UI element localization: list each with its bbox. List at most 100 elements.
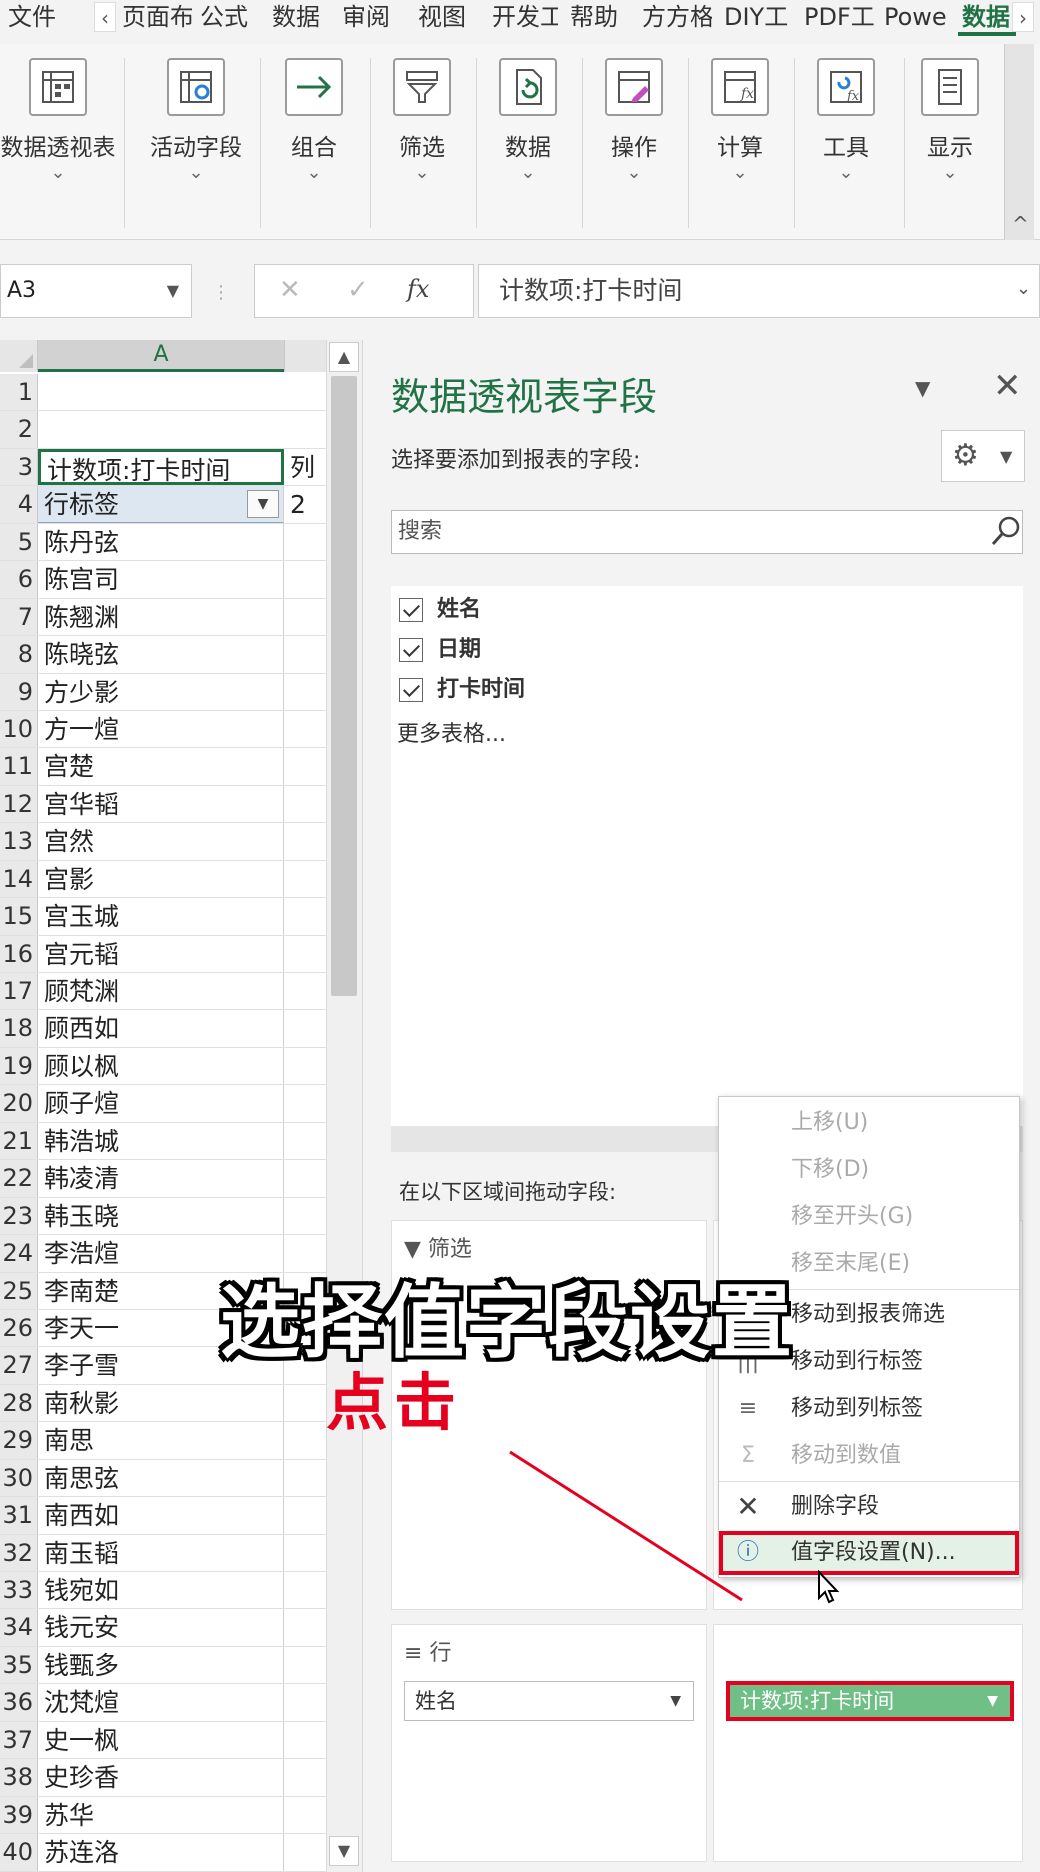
- row-number[interactable]: 38: [0, 1759, 38, 1796]
- row-number[interactable]: 2: [0, 411, 38, 448]
- tab-power[interactable]: Powe: [880, 0, 956, 36]
- row-number[interactable]: 11: [0, 748, 38, 785]
- cell-a[interactable]: 韩浩城: [38, 1122, 284, 1160]
- menu-move-up[interactable]: 上移(U): [719, 1101, 1019, 1145]
- cell-a[interactable]: 苏连洛: [38, 1834, 284, 1871]
- row-number[interactable]: 6: [0, 561, 38, 598]
- ribbon-active-field-button[interactable]: 活动字段 ⌄: [146, 52, 246, 232]
- ribbon-pivot-table-button[interactable]: 数据透视表 ⌄: [1, 52, 116, 232]
- insert-function-icon[interactable]: fx: [407, 275, 429, 303]
- menu-move-to-beginning[interactable]: 移至开头(G): [719, 1195, 1019, 1239]
- row-number[interactable]: 27: [0, 1347, 38, 1384]
- rows-area[interactable]: ≡ 行 姓名 ▼: [391, 1624, 707, 1862]
- cell-a[interactable]: 宫元韬: [38, 935, 284, 972]
- row-number[interactable]: 25: [0, 1272, 38, 1309]
- cell-a[interactable]: 顾子煊: [38, 1085, 284, 1122]
- row-number[interactable]: 15: [0, 898, 38, 935]
- tab-pivot-analyze[interactable]: 数据: [958, 0, 1016, 36]
- row-number[interactable]: 35: [0, 1646, 38, 1684]
- values-field-pill[interactable]: 计数项:打卡时间 ▼: [726, 1681, 1014, 1721]
- cell-a[interactable]: 宫楚: [38, 748, 284, 785]
- ribbon-tools-button[interactable]: fx 工具 ⌄: [796, 52, 896, 232]
- row-label-filter-dropdown-icon[interactable]: ▼: [247, 490, 279, 519]
- cell-a[interactable]: 顾西如: [38, 1010, 284, 1047]
- cell-a[interactable]: 方一煊: [38, 710, 284, 748]
- menu-remove-field[interactable]: ✕ 删除字段: [719, 1485, 1019, 1529]
- chevron-down-icon[interactable]: ▼: [167, 265, 179, 317]
- scroll-thumb[interactable]: [331, 376, 357, 996]
- checked-box-icon[interactable]: [399, 598, 423, 622]
- cell-a[interactable]: 南玉韬: [38, 1534, 284, 1571]
- close-icon[interactable]: ✕: [993, 366, 1022, 406]
- search-icon[interactable]: [989, 514, 1023, 548]
- expand-formula-chevron-icon[interactable]: ⌄: [1016, 278, 1031, 299]
- row-number[interactable]: 40: [0, 1834, 38, 1871]
- cell-a[interactable]: 韩玉晓: [38, 1197, 284, 1235]
- row-number[interactable]: 16: [0, 935, 38, 972]
- cell-a[interactable]: 宫华韬: [38, 785, 284, 823]
- cell-a[interactable]: 南西如: [38, 1497, 284, 1534]
- field-search-input[interactable]: 搜索: [391, 510, 1023, 554]
- row-number[interactable]: 22: [0, 1160, 38, 1197]
- cell-a[interactable]: 计数项:打卡时间: [38, 448, 284, 486]
- row-number[interactable]: 20: [0, 1085, 38, 1122]
- cell-a[interactable]: 韩凌清: [38, 1160, 284, 1197]
- cell-a[interactable]: 南秋影: [38, 1384, 284, 1422]
- row-number[interactable]: 33: [0, 1572, 38, 1609]
- cell-a[interactable]: 陈丹弦: [38, 523, 284, 561]
- tab-help[interactable]: 帮助: [566, 0, 628, 36]
- row-number[interactable]: 23: [0, 1197, 38, 1235]
- cell-a[interactable]: 宫影: [38, 860, 284, 898]
- row-number[interactable]: 1: [0, 374, 38, 411]
- row-number[interactable]: 24: [0, 1235, 38, 1272]
- row-number[interactable]: 9: [0, 673, 38, 710]
- cell-a[interactable]: 史珍香: [38, 1759, 284, 1796]
- vertical-scrollbar[interactable]: ▲ ▼: [326, 340, 362, 1872]
- row-number[interactable]: 21: [0, 1122, 38, 1160]
- row-number[interactable]: 4: [0, 486, 38, 523]
- ribbon-actions-button[interactable]: 操作 ⌄: [584, 52, 684, 232]
- row-number[interactable]: 17: [0, 973, 38, 1010]
- row-number[interactable]: 32: [0, 1534, 38, 1571]
- pane-options-chevron-icon[interactable]: ▼: [915, 376, 930, 400]
- rows-field-pill[interactable]: 姓名 ▼: [404, 1681, 694, 1721]
- cell-a[interactable]: 钱甄多: [38, 1646, 284, 1684]
- column-header-a[interactable]: A: [38, 340, 284, 372]
- tab-scroll-left-icon[interactable]: ‹: [94, 2, 116, 32]
- row-number[interactable]: 7: [0, 598, 38, 636]
- cell-a[interactable]: 沈梵煊: [38, 1684, 284, 1721]
- row-number[interactable]: 26: [0, 1309, 38, 1347]
- tab-ffcell[interactable]: 方方格: [638, 0, 712, 36]
- cell-a[interactable]: 苏华: [38, 1796, 284, 1834]
- cell-a[interactable]: 行标签 ▼: [38, 486, 284, 523]
- menu-move-to-column-labels[interactable]: ≡ 移动到列标签: [719, 1387, 1019, 1431]
- cell-a[interactable]: 史一枫: [38, 1721, 284, 1759]
- row-number[interactable]: 37: [0, 1721, 38, 1759]
- ribbon-data-button[interactable]: 数据 ⌄: [478, 52, 578, 232]
- formula-bar-grip-icon[interactable]: ⋮: [212, 282, 230, 303]
- tab-review[interactable]: 审阅: [338, 0, 400, 36]
- checked-box-icon[interactable]: [399, 638, 423, 662]
- row-number[interactable]: 29: [0, 1422, 38, 1459]
- cell-a[interactable]: 钱宛如: [38, 1572, 284, 1609]
- chevron-down-icon[interactable]: ▼: [987, 1685, 998, 1717]
- formula-input[interactable]: 计数项:打卡时间: [478, 264, 1040, 318]
- field-clock-time-checkbox[interactable]: 打卡时间: [399, 672, 525, 708]
- cell-a[interactable]: 陈晓弦: [38, 636, 284, 673]
- tab-view[interactable]: 视图: [414, 0, 476, 36]
- values-area[interactable]: 计数项:打卡时间 ▼: [713, 1624, 1023, 1862]
- scroll-down-icon[interactable]: ▼: [329, 1836, 359, 1866]
- row-number[interactable]: 39: [0, 1796, 38, 1834]
- row-number[interactable]: 18: [0, 1010, 38, 1047]
- enter-check-icon[interactable]: ✓: [347, 275, 369, 305]
- pane-settings-button[interactable]: ⚙ ▼: [941, 430, 1025, 482]
- tab-file[interactable]: 文件: [4, 0, 84, 36]
- menu-value-field-settings[interactable]: ⓘ 值字段设置(N)...: [719, 1531, 1019, 1575]
- cell-a[interactable]: 陈宫司: [38, 561, 284, 598]
- cell-a[interactable]: 宫玉城: [38, 898, 284, 935]
- tab-pdf-tools[interactable]: PDF工: [800, 0, 874, 36]
- cell-a[interactable]: 宫然: [38, 823, 284, 860]
- cell-a[interactable]: 钱元安: [38, 1609, 284, 1646]
- field-name-checkbox[interactable]: 姓名: [399, 592, 481, 628]
- select-all-corner[interactable]: [0, 340, 38, 372]
